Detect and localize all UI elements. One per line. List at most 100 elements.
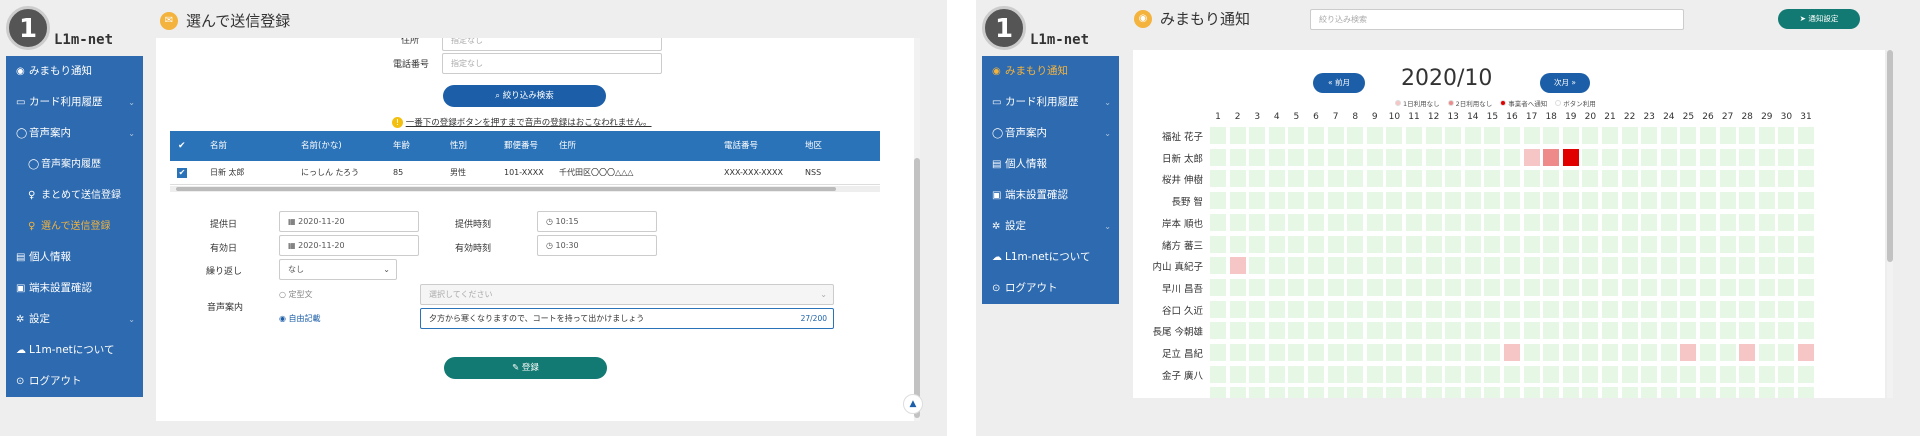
calendar-cell[interactable] — [1248, 256, 1267, 276]
calendar-cell[interactable] — [1248, 169, 1267, 189]
calendar-cell[interactable] — [1522, 212, 1541, 232]
calendar-cell[interactable] — [1503, 364, 1521, 384]
calendar-cell[interactable] — [1777, 256, 1796, 276]
calendar-cell[interactable] — [1346, 147, 1365, 167]
calendar-cell[interactable] — [1581, 321, 1600, 341]
calendar-cell[interactable] — [1601, 277, 1619, 297]
calendar-cell[interactable] — [1326, 299, 1345, 319]
calendar-cell[interactable] — [1463, 364, 1482, 384]
col-phone[interactable]: 電話番号 — [724, 131, 758, 161]
calendar-cell[interactable] — [1307, 126, 1325, 145]
calendar-cell[interactable] — [1659, 386, 1678, 398]
col-kana[interactable]: 名前(かな) — [301, 131, 342, 161]
sidebar-item[interactable]: ▤ 個人情報 — [6, 242, 143, 273]
calendar-cell[interactable] — [1424, 364, 1443, 384]
calendar-cell[interactable] — [1209, 147, 1227, 167]
calendar-cell[interactable] — [1561, 191, 1580, 211]
calendar-cell[interactable] — [1228, 321, 1247, 341]
calendar-cell[interactable] — [1287, 126, 1306, 145]
sidebar-item[interactable]: ◉ みまもり通知 — [982, 56, 1119, 87]
calendar-cell[interactable] — [1718, 364, 1737, 384]
calendar-cell[interactable] — [1267, 169, 1286, 189]
calendar-cell[interactable] — [1424, 169, 1443, 189]
calendar-cell[interactable] — [1248, 321, 1267, 341]
calendar-cell[interactable] — [1777, 169, 1796, 189]
calendar-cell[interactable] — [1581, 234, 1600, 254]
calendar-cell[interactable] — [1640, 343, 1659, 362]
calendar-cell[interactable] — [1601, 321, 1619, 341]
sidebar-item[interactable]: ⊙ ログアウト — [6, 366, 143, 397]
calendar-cell[interactable] — [1659, 277, 1678, 297]
calendar-cell[interactable] — [1385, 191, 1404, 211]
calendar-cell[interactable] — [1659, 126, 1678, 145]
calendar-cell[interactable] — [1561, 386, 1580, 398]
calendar-cell[interactable] — [1463, 321, 1482, 341]
calendar-cell[interactable] — [1326, 256, 1345, 276]
calendar-cell[interactable] — [1503, 126, 1521, 145]
calendar-cell[interactable] — [1542, 386, 1561, 398]
calendar-cell[interactable] — [1777, 212, 1796, 232]
calendar-cell[interactable] — [1248, 234, 1267, 254]
calendar-cell[interactable] — [1424, 299, 1443, 319]
calendar-cell[interactable] — [1561, 212, 1580, 232]
calendar-cell[interactable] — [1228, 277, 1247, 297]
calendar-cell[interactable] — [1267, 386, 1286, 398]
calendar-cell[interactable] — [1640, 147, 1659, 167]
calendar-cell[interactable] — [1287, 321, 1306, 341]
calendar-cell[interactable] — [1581, 147, 1600, 167]
calendar-cell[interactable] — [1503, 212, 1521, 232]
person-name[interactable]: 内山 真紀子 — [1133, 259, 1203, 273]
calendar-cell[interactable] — [1542, 147, 1561, 167]
calendar-cell[interactable] — [1209, 343, 1227, 362]
calendar-cell[interactable] — [1659, 147, 1678, 167]
calendar-cell[interactable] — [1561, 364, 1580, 384]
calendar-cell[interactable] — [1601, 364, 1619, 384]
calendar-cell[interactable] — [1640, 256, 1659, 276]
calendar-cell[interactable] — [1326, 147, 1345, 167]
calendar-cell[interactable] — [1267, 234, 1286, 254]
calendar-cell[interactable] — [1287, 169, 1306, 189]
calendar-cell[interactable] — [1267, 299, 1286, 319]
calendar-cell[interactable] — [1561, 169, 1580, 189]
calendar-cell[interactable] — [1757, 343, 1776, 362]
page-scrollbar-thumb[interactable] — [914, 158, 920, 418]
sidebar-item[interactable]: ▣ 端末設置確認 — [6, 273, 143, 304]
sidebar-item[interactable]: ⊙ ログアウト — [982, 273, 1119, 304]
calendar-cell[interactable] — [1483, 321, 1502, 341]
calendar-cell[interactable] — [1797, 386, 1815, 398]
calendar-cell[interactable] — [1287, 256, 1306, 276]
calendar-cell[interactable] — [1699, 126, 1717, 145]
sidebar-item[interactable]: ♀ まとめて送信登録 — [6, 180, 143, 211]
calendar-cell[interactable] — [1326, 277, 1345, 297]
calendar-cell[interactable] — [1738, 256, 1757, 276]
calendar-cell[interactable] — [1542, 256, 1561, 276]
calendar-cell[interactable] — [1718, 212, 1737, 232]
calendar-cell[interactable] — [1620, 256, 1639, 276]
calendar-cell[interactable] — [1228, 364, 1247, 384]
calendar-cell[interactable] — [1797, 126, 1815, 145]
calendar-cell[interactable] — [1601, 147, 1619, 167]
calendar-cell[interactable] — [1248, 126, 1267, 145]
calendar-cell[interactable] — [1463, 299, 1482, 319]
calendar-cell[interactable] — [1601, 169, 1619, 189]
calendar-cell[interactable] — [1542, 234, 1561, 254]
calendar-cell[interactable] — [1424, 147, 1443, 167]
calendar-cell[interactable] — [1385, 299, 1404, 319]
calendar-cell[interactable] — [1797, 169, 1815, 189]
calendar-cell[interactable] — [1738, 169, 1757, 189]
calendar-cell[interactable] — [1463, 147, 1482, 167]
calendar-cell[interactable] — [1679, 321, 1698, 341]
calendar-cell[interactable] — [1718, 126, 1737, 145]
table-row[interactable]: ✔ 日新 太郎 にっしん たろう 85 男性 101-XXXX 千代田区〇〇〇△… — [170, 161, 880, 185]
calendar-cell[interactable] — [1738, 126, 1757, 145]
calendar-cell[interactable] — [1679, 343, 1698, 362]
calendar-cell[interactable] — [1797, 277, 1815, 297]
calendar-cell[interactable] — [1287, 299, 1306, 319]
calendar-cell[interactable] — [1757, 256, 1776, 276]
calendar-cell[interactable] — [1209, 212, 1227, 232]
calendar-cell[interactable] — [1228, 191, 1247, 211]
calendar-cell[interactable] — [1718, 234, 1737, 254]
calendar-cell[interactable] — [1581, 191, 1600, 211]
sidebar-item[interactable]: ▣ 端末設置確認 — [982, 180, 1119, 211]
calendar-cell[interactable] — [1444, 191, 1463, 211]
